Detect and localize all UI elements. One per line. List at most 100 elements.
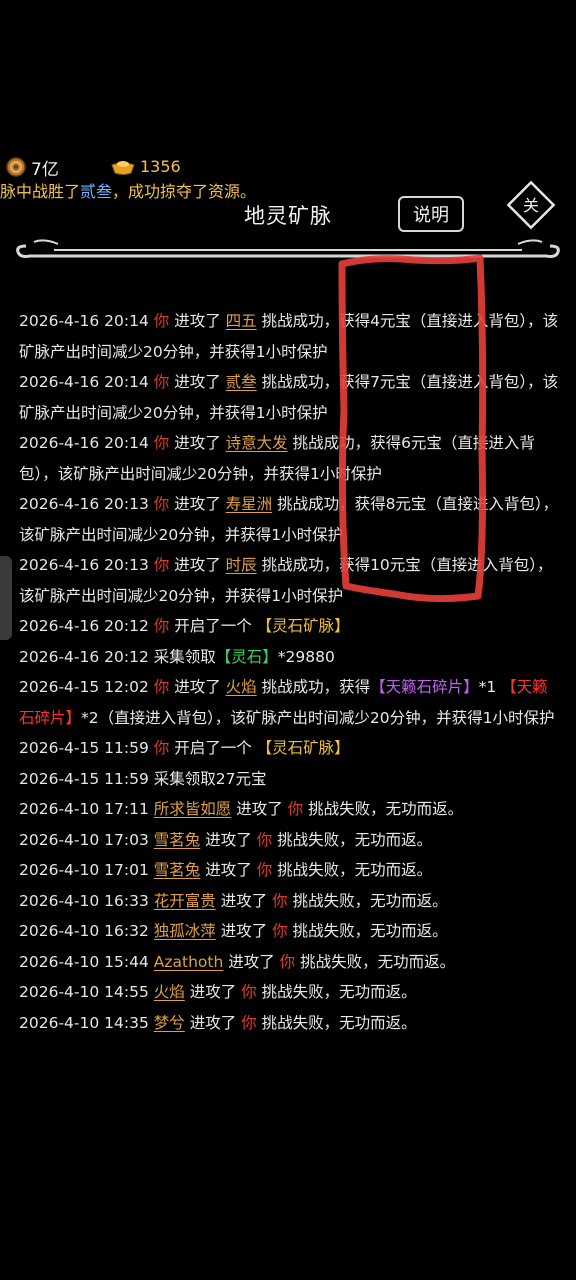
item-quantity: *29880 xyxy=(277,647,335,666)
player-name-link[interactable]: 贰叁 xyxy=(226,373,257,391)
action-text: 进攻了 xyxy=(169,495,226,513)
panel-title: 地灵矿脉 xyxy=(244,204,332,228)
log-entry: 2026-4-10 16:32 独孤冰萍 进攻了 你 挑战失败，无功而返。 xyxy=(19,916,559,947)
ingot-count: 1356 xyxy=(140,157,181,176)
player-name-link[interactable]: 寿星洲 xyxy=(226,495,273,513)
log-entry: 2026-4-10 17:03 雪茗兔 进攻了 你 挑战失败，无功而返。 xyxy=(19,825,559,856)
log-entry: 2026-4-16 20:13 你 进攻了 时辰 挑战成功，获得10元宝（直接进… xyxy=(19,550,559,611)
player-name-link[interactable]: 独孤冰萍 xyxy=(154,922,216,940)
self-name: 你 xyxy=(153,434,170,452)
player-name-link[interactable]: 雪茗兔 xyxy=(154,861,201,879)
broadcast-ticker: 脉中战胜了贰叁，成功掠夺了资源。 xyxy=(0,178,256,202)
player-name-link[interactable]: 雪茗兔 xyxy=(154,831,201,849)
timestamp: 2026-4-16 20:14 xyxy=(19,312,149,330)
action-text: 进攻了 xyxy=(169,678,226,696)
ticker-prefix: 脉中战胜了 xyxy=(0,182,81,201)
timestamp: 2026-4-10 17:01 xyxy=(19,861,149,879)
log-entry: 2026-4-16 20:14 你 进攻了 四五 挑战成功，获得4元宝（直接进入… xyxy=(19,306,559,367)
result-text: 挑战失败，无功而返。 xyxy=(303,800,464,818)
action-text: 进攻了 xyxy=(200,830,257,849)
player-name-link[interactable]: 花开富贵 xyxy=(154,892,216,910)
action-text: 进攻了 xyxy=(184,1013,242,1032)
self-name: 你 xyxy=(153,617,170,635)
player-name-link[interactable]: 所求皆如愿 xyxy=(154,800,232,818)
self-name: 你 xyxy=(153,312,170,330)
action-text: 进攻了 xyxy=(169,312,226,330)
player-name-link[interactable]: 四五 xyxy=(226,312,257,330)
self-name: 你 xyxy=(272,922,288,940)
self-name: 你 xyxy=(287,800,304,818)
action-text: 进攻了 xyxy=(200,861,257,879)
log-entry: 2026-4-10 14:55 火焰 进攻了 你 挑战失败，无功而返。 xyxy=(19,977,559,1008)
self-name: 你 xyxy=(256,830,273,849)
self-name: 你 xyxy=(256,861,273,879)
log-entry: 2026-4-10 17:01 雪茗兔 进攻了 你 挑战失败，无功而返。 xyxy=(19,855,559,886)
close-label: 关 xyxy=(523,196,539,215)
result-text: 挑战失败，无功而返。 xyxy=(256,1013,417,1032)
timestamp: 2026-4-16 20:12 xyxy=(19,617,149,635)
action-text: 进攻了 xyxy=(184,983,242,1001)
log-entry: 2026-4-10 14:35 梦兮 进攻了 你 挑战失败，无功而返。 xyxy=(19,1008,559,1039)
player-name-link[interactable]: Azathoth xyxy=(154,953,224,971)
result-text: 挑战失败，无功而返。 xyxy=(256,983,417,1001)
player-name-link[interactable]: 时辰 xyxy=(226,556,257,574)
action-text: 采集领取27元宝 xyxy=(148,769,267,788)
timestamp: 2026-4-16 20:12 xyxy=(19,647,149,666)
action-text: 进攻了 xyxy=(215,891,273,910)
ticker-player-name[interactable]: 贰叁 xyxy=(80,182,112,201)
timestamp: 2026-4-10 16:33 xyxy=(19,891,149,910)
gold-ingot-icon xyxy=(111,161,135,175)
timestamp: 2026-4-10 14:35 xyxy=(19,1013,149,1032)
player-name-link[interactable]: 梦兮 xyxy=(154,1014,185,1032)
timestamp: 2026-4-10 16:32 xyxy=(19,922,149,940)
ticker-suffix: ，成功掠夺了资源。 xyxy=(112,182,257,201)
log-entry: 2026-4-10 16:33 花开富贵 进攻了 你 挑战失败，无功而返。 xyxy=(19,886,559,917)
result-text: *2（直接进入背包），该矿脉产出时间减少20分钟，并获得1小时保护 xyxy=(81,708,555,727)
player-name-link[interactable]: 火焰 xyxy=(226,678,257,696)
action-text: 进攻了 xyxy=(231,800,288,818)
self-name: 你 xyxy=(153,678,170,696)
timestamp: 2026-4-10 15:44 xyxy=(19,952,149,971)
timestamp: 2026-4-15 11:59 xyxy=(19,739,149,757)
coin-count: 7亿 xyxy=(31,160,59,180)
self-name: 你 xyxy=(153,556,170,574)
self-name: 你 xyxy=(153,373,170,391)
self-name: 你 xyxy=(241,983,257,1001)
side-drawer-handle[interactable] xyxy=(0,556,12,640)
close-button[interactable]: 关 xyxy=(504,178,558,232)
timestamp: 2026-4-16 20:13 xyxy=(19,556,149,574)
self-name: 你 xyxy=(153,739,170,757)
item-name: 【灵石矿脉】 xyxy=(256,739,350,757)
item-name: 【灵石】 xyxy=(215,647,278,666)
action-text: 进攻了 xyxy=(215,922,273,940)
result-text: 挑战失败，无功而返。 xyxy=(287,891,448,910)
action-text: 采集领取 xyxy=(148,647,216,666)
player-name-link[interactable]: 诗意大发 xyxy=(226,434,288,452)
result-text: 挑战失败，无功而返。 xyxy=(272,861,433,879)
title-divider xyxy=(16,239,560,258)
log-entry: 2026-4-16 20:12 采集领取【灵石】*29880 xyxy=(19,642,559,673)
timestamp: 2026-4-10 17:03 xyxy=(19,830,149,849)
timestamp: 2026-4-16 20:14 xyxy=(19,373,149,391)
log-entry: 2026-4-16 20:14 你 进攻了 贰叁 挑战成功，获得7元宝（直接进入… xyxy=(19,367,559,428)
log-entry: 2026-4-10 17:11 所求皆如愿 进攻了 你 挑战失败，无功而返。 xyxy=(19,794,559,825)
timestamp: 2026-4-16 20:14 xyxy=(19,434,149,452)
log-entry: 2026-4-16 20:13 你 进攻了 寿星洲 挑战成功，获得8元宝（直接进… xyxy=(19,489,559,550)
timestamp: 2026-4-16 20:13 xyxy=(19,495,149,513)
player-name-link[interactable]: 火焰 xyxy=(154,983,185,1001)
coin-icon xyxy=(6,157,26,177)
action-text: 开启了一个 xyxy=(169,739,257,757)
item-quantity: *1 xyxy=(478,678,497,696)
self-name: 你 xyxy=(153,495,170,513)
battle-log: 2026-4-16 20:14 你 进攻了 四五 挑战成功，获得4元宝（直接进入… xyxy=(19,306,559,1038)
result-text: 挑战成功，获得 xyxy=(256,678,371,696)
item-name: 【灵石矿脉】 xyxy=(256,617,350,635)
log-entry: 2026-4-16 20:14 你 进攻了 诗意大发 挑战成功，获得6元宝（直接… xyxy=(19,428,559,489)
action-text: 进攻了 xyxy=(169,556,226,574)
help-button[interactable]: 说明 xyxy=(398,196,464,232)
close-icon: 关 xyxy=(506,180,556,230)
timestamp: 2026-4-10 14:55 xyxy=(19,983,149,1001)
log-entry: 2026-4-16 20:12 你 开启了一个 【灵石矿脉】 xyxy=(19,611,559,642)
self-name: 你 xyxy=(241,1013,257,1032)
result-text: 挑战失败，无功而返。 xyxy=(295,952,456,971)
